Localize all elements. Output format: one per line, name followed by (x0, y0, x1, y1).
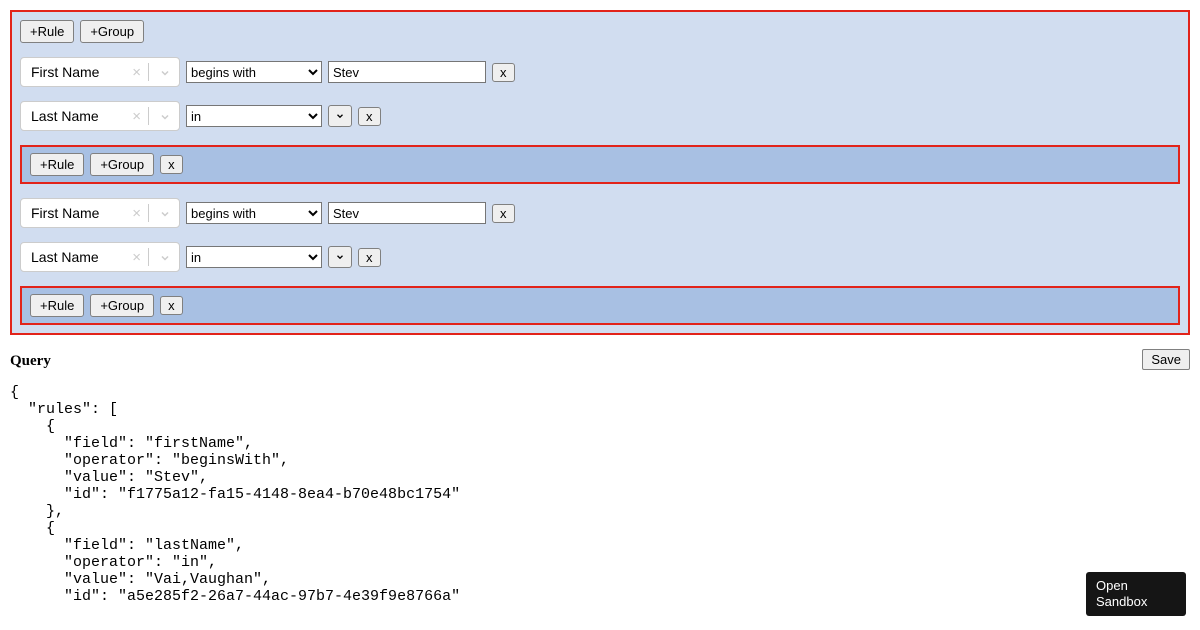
add-rule-button[interactable]: +Rule (30, 294, 84, 317)
clear-icon[interactable]: × (132, 108, 141, 125)
field-select-label: First Name (31, 64, 99, 80)
value-dropdown-button[interactable] (328, 246, 352, 268)
query-header-row: Query Save (10, 349, 1190, 380)
add-rule-button[interactable]: +Rule (20, 20, 74, 43)
chevron-down-icon (159, 208, 171, 220)
subgroup-header: +Rule +Group x (30, 294, 1170, 317)
clear-icon[interactable]: × (132, 205, 141, 222)
chevron-down-icon (159, 252, 171, 264)
value-input[interactable] (328, 202, 486, 224)
separator (148, 107, 149, 125)
field-select[interactable]: First Name × (20, 198, 180, 228)
chevron-down-icon (335, 252, 345, 262)
clear-icon[interactable]: × (132, 64, 141, 81)
remove-rule-button[interactable]: x (358, 248, 381, 267)
open-sandbox-button[interactable]: Open Sandbox (1086, 572, 1186, 617)
add-rule-button[interactable]: +Rule (30, 153, 84, 176)
rule-row: First Name × begins with x (20, 198, 1180, 228)
add-group-button[interactable]: +Group (90, 294, 154, 317)
root-group-header: +Rule +Group (20, 20, 1180, 43)
field-select[interactable]: Last Name × (20, 242, 180, 272)
separator (148, 248, 149, 266)
remove-group-button[interactable]: x (160, 155, 183, 174)
chevron-down-icon (159, 111, 171, 123)
clear-icon[interactable]: × (132, 249, 141, 266)
remove-rule-button[interactable]: x (492, 204, 515, 223)
sub-rule-group: +Rule +Group x (20, 286, 1180, 325)
query-heading: Query (10, 353, 51, 370)
query-json-output: { "rules": [ { "field": "firstName", "op… (10, 384, 1190, 605)
rule-row: Last Name × in x (20, 101, 1180, 131)
remove-rule-button[interactable]: x (358, 107, 381, 126)
sub-rule-group: +Rule +Group x (20, 145, 1180, 184)
field-select-label: Last Name (31, 249, 99, 265)
separator (148, 204, 149, 222)
rule-row: Last Name × in x (20, 242, 1180, 272)
root-rule-group: +Rule +Group First Name × begins with x … (10, 10, 1190, 335)
operator-select[interactable]: in (186, 105, 322, 127)
chevron-down-icon (335, 111, 345, 121)
value-dropdown-button[interactable] (328, 105, 352, 127)
save-button[interactable]: Save (1142, 349, 1190, 370)
remove-rule-button[interactable]: x (492, 63, 515, 82)
field-select-label: First Name (31, 205, 99, 221)
subgroup-header: +Rule +Group x (30, 153, 1170, 176)
add-group-button[interactable]: +Group (80, 20, 144, 43)
field-select[interactable]: Last Name × (20, 101, 180, 131)
rule-row: First Name × begins with x (20, 57, 1180, 87)
operator-select[interactable]: begins with (186, 61, 322, 83)
add-group-button[interactable]: +Group (90, 153, 154, 176)
field-select-label: Last Name (31, 108, 99, 124)
chevron-down-icon (159, 67, 171, 79)
operator-select[interactable]: in (186, 246, 322, 268)
separator (148, 63, 149, 81)
remove-group-button[interactable]: x (160, 296, 183, 315)
field-select[interactable]: First Name × (20, 57, 180, 87)
operator-select[interactable]: begins with (186, 202, 322, 224)
value-input[interactable] (328, 61, 486, 83)
